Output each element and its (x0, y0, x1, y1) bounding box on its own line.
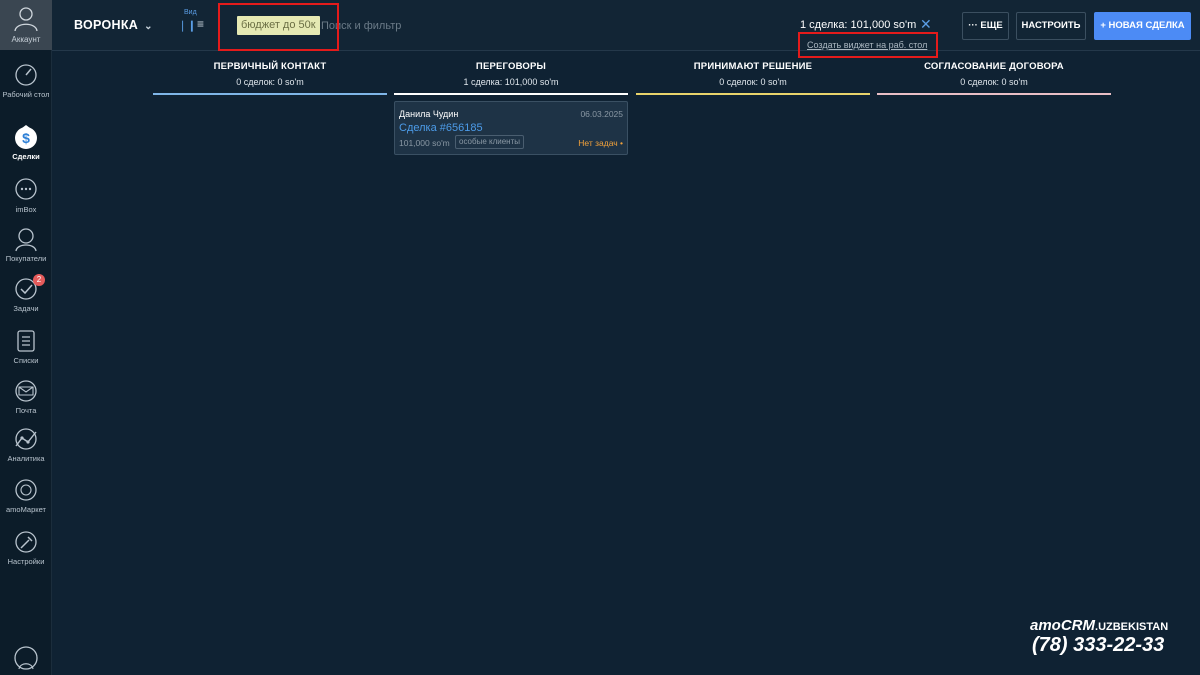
svg-text:$: $ (22, 130, 30, 146)
highlight-box-widget (798, 32, 938, 58)
view-label: Вид (184, 9, 197, 16)
deal-card[interactable]: Данила Чудин 06.03.2025 Сделка #656185 1… (394, 101, 628, 155)
sidebar-item-label: imBox (15, 205, 37, 214)
account-avatar-icon (14, 7, 38, 31)
sidebar-item-label: Списки (13, 356, 39, 365)
column-stat: 0 сделок: 0 so'm (236, 77, 304, 87)
sidebar-item-deals[interactable]: $ Сделки (0, 124, 52, 161)
deal-price: 101,000 so'm (399, 138, 450, 148)
pipeline-column: ПЕРВИЧНЫЙ КОНТАКТ 0 сделок: 0 so'm (153, 61, 387, 95)
more-button[interactable]: ··· ЕЩЕ (962, 12, 1009, 40)
support-icon[interactable] (13, 645, 39, 671)
sidebar-item-label: Сделки (12, 152, 40, 161)
pipeline-view-icon[interactable]: ❘❙ (178, 19, 196, 32)
sidebar-item-label: Почта (15, 406, 37, 415)
column-title: СОГЛАСОВАНИЕ ДОГОВОРА (924, 61, 1064, 72)
sidebar-item-label: Рабочий стол (2, 90, 50, 99)
sidebar-item-label: amoМаркет (6, 505, 46, 514)
sidebar-item-settings[interactable]: Настройки (0, 529, 52, 566)
sidebar-item-label: Покупатели (5, 254, 47, 263)
mail-icon (15, 380, 37, 402)
configure-button[interactable]: НАСТРОИТЬ (1016, 12, 1086, 40)
new-deal-button[interactable]: + НОВАЯ СДЕЛКА (1094, 12, 1191, 40)
column-title: ПЕРЕГОВОРЫ (475, 61, 547, 72)
contact-name[interactable]: Данила Чудин (399, 109, 458, 119)
sidebar-item-lists[interactable]: Списки (0, 328, 52, 365)
account-label: Аккаунт (11, 35, 41, 44)
column-stat: 1 сделка: 101,000 so'm (463, 77, 559, 87)
sidebar-item-analytics[interactable]: Аналитика (0, 426, 52, 463)
chat-icon (15, 178, 37, 200)
lists-icon (17, 330, 35, 352)
deal-date: 06.03.2025 (580, 109, 623, 119)
pipeline-column: ПРИНИМАЮТ РЕШЕНИЕ 0 сделок: 0 so'm (636, 61, 870, 95)
deal-link[interactable]: Сделка #656185 (399, 122, 483, 134)
tasks-badge: 2 (33, 274, 45, 286)
pipeline-label: ВОРОНКА (74, 18, 139, 32)
column-stat: 0 сделок: 0 so'm (960, 77, 1028, 87)
close-icon[interactable]: ✕ (920, 16, 932, 32)
sidebar-item-label: Аналитика (7, 454, 45, 463)
dashboard-icon (15, 64, 37, 86)
search-input[interactable] (321, 16, 491, 35)
market-icon (15, 479, 37, 501)
phone-watermark: (78) 333-22-33 (1032, 634, 1165, 656)
sidebar-item-label: Настройки (7, 557, 45, 566)
deals-icon: $ (15, 125, 37, 149)
sidebar-item-tasks[interactable]: 2 Задачи (0, 274, 52, 313)
brand-watermark: amoCRM.UZBEKISTAN (1030, 617, 1168, 634)
column-title: ПРИНИМАЮТ РЕШЕНИЕ (693, 61, 813, 72)
highlight-box-filter (218, 3, 339, 51)
sidebar: Аккаунт Рабочий стол $ Сделки imBox Поку… (0, 0, 52, 675)
top-bar: ВОРОНКА⌄ Вид ❘❙ ≡ бюджет до 50к 1 сделка… (52, 0, 1200, 58)
pipeline-column: ПЕРЕГОВОРЫ 1 сделка: 101,000 so'm (394, 61, 628, 95)
sidebar-item-market[interactable]: amoМаркет (0, 477, 52, 514)
sidebar-item-customers[interactable]: Покупатели (0, 226, 52, 263)
pipeline-selector[interactable]: ВОРОНКА ⌄ (74, 18, 153, 32)
chevron-down-icon: ⌄ (144, 21, 153, 32)
brand-name: amoCRM (1030, 617, 1096, 634)
column-color-bar (394, 93, 628, 95)
column-title: ПЕРВИЧНЫЙ КОНТАКТ (213, 61, 327, 72)
list-view-icon[interactable]: ≡ (197, 17, 204, 31)
brand-suffix: .UZBEKISTAN (1095, 621, 1169, 633)
pipeline-column: СОГЛАСОВАНИЕ ДОГОВОРА 0 сделок: 0 so'm (877, 61, 1111, 95)
column-color-bar (153, 93, 387, 95)
account-button[interactable]: Аккаунт (0, 0, 52, 50)
column-stat: 0 сделок: 0 so'm (719, 77, 787, 87)
sidebar-item-mail[interactable]: Почта (0, 378, 52, 415)
task-status[interactable]: Нет задач • (578, 138, 623, 148)
filter-summary: 1 сделка: 101,000 so'm (800, 19, 917, 31)
sidebar-item-imbox[interactable]: imBox (0, 177, 52, 214)
column-color-bar (877, 93, 1111, 95)
sidebar-item-label: Задачи (13, 304, 39, 313)
settings-icon (15, 531, 37, 553)
sidebar-item-dashboard[interactable]: Рабочий стол (0, 62, 52, 99)
column-color-bar (636, 93, 870, 95)
deal-tag[interactable]: особые клиенты (455, 135, 524, 149)
analytics-icon (15, 428, 37, 450)
customers-icon (15, 228, 37, 252)
